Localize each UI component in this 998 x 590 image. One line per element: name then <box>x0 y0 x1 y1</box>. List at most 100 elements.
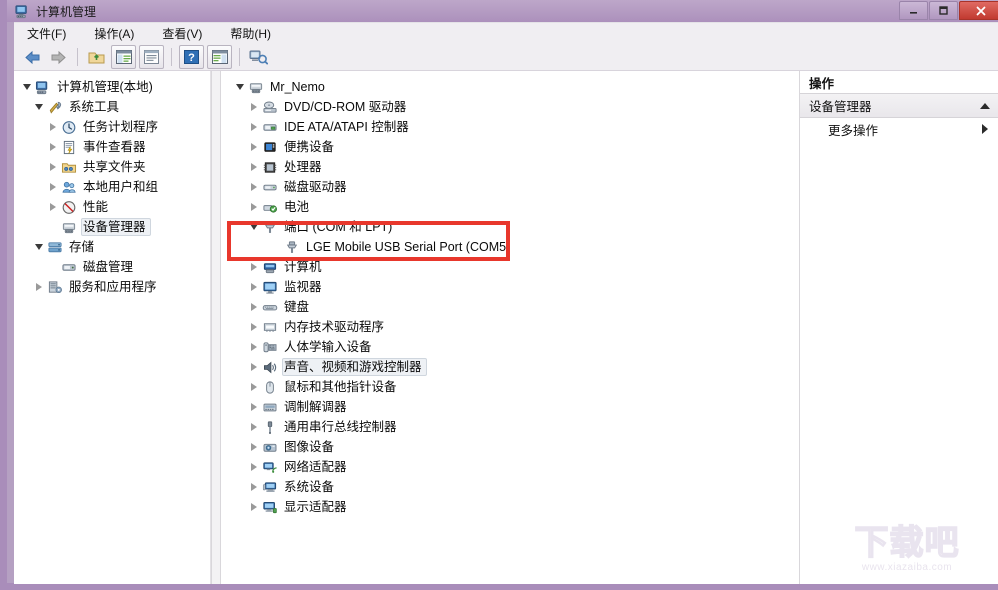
expander-closed-icon[interactable] <box>46 157 60 177</box>
device-node-ide-ata-atapi-controllers[interactable]: IDE ATA/ATAPI 控制器 <box>221 117 799 137</box>
device-node-display-adapters[interactable]: 显示适配器 <box>221 497 799 517</box>
device-manager-icon <box>60 219 78 235</box>
disk-management-icon <box>60 259 78 275</box>
menu-view[interactable]: 查看(V) <box>159 24 205 43</box>
scan-hardware-changes-button[interactable] <box>247 46 270 68</box>
device-node-portable-devices[interactable]: 便携设备 <box>221 137 799 157</box>
close-button[interactable] <box>959 1 998 20</box>
show-hide-action-pane-button[interactable] <box>207 45 232 69</box>
menu-help[interactable]: 帮助(H) <box>227 24 274 43</box>
expander-closed-icon[interactable] <box>247 357 261 377</box>
tree-item-computer-management-local[interactable]: 计算机管理(本地) <box>14 77 210 97</box>
minimize-button[interactable] <box>899 1 928 20</box>
device-node-system-devices[interactable]: 系统设备 <box>221 477 799 497</box>
tree-item-performance[interactable]: 性能 <box>14 197 210 217</box>
expander-open-icon[interactable] <box>32 237 46 257</box>
expander-closed-icon[interactable] <box>247 317 261 337</box>
expander-open-icon[interactable] <box>32 97 46 117</box>
tree-item-system-tools[interactable]: 系统工具 <box>14 97 210 117</box>
console-tree-pane[interactable]: 计算机管理(本地) 系统工具 任务计划程序 事件查看器 共享文件夹 本地用户和组… <box>14 71 211 584</box>
tree-item-label: 服务和应用程序 <box>69 280 157 294</box>
device-node-ports-com-and-lpt[interactable]: 端口 (COM 和 LPT) <box>221 217 799 237</box>
tree-item-shared-folders[interactable]: 共享文件夹 <box>14 157 210 177</box>
services-icon <box>46 279 64 295</box>
expander-closed-icon[interactable] <box>247 157 261 177</box>
mouse-icon <box>261 379 279 395</box>
device-manager-tree-pane[interactable]: Mr_Nemo DVD/CD-ROM 驱动器 IDE ATA/ATAPI 控制器… <box>221 71 800 584</box>
expander-closed-icon[interactable] <box>247 197 261 217</box>
expander-closed-icon[interactable] <box>247 177 261 197</box>
expander-closed-icon[interactable] <box>46 197 60 217</box>
tree-item-device-manager[interactable]: 设备管理器 <box>14 217 210 237</box>
menu-file[interactable]: 文件(F) <box>24 24 69 43</box>
actions-pane-title: 操作 <box>800 71 998 94</box>
show-hide-console-tree-button[interactable] <box>111 45 136 69</box>
device-node-modems[interactable]: 调制解调器 <box>221 397 799 417</box>
expander-closed-icon[interactable] <box>32 277 46 297</box>
expander-closed-icon[interactable] <box>247 377 261 397</box>
expander-closed-icon[interactable] <box>247 297 261 317</box>
maximize-restore-button[interactable] <box>929 1 958 20</box>
device-node-monitors[interactable]: 监视器 <box>221 277 799 297</box>
expander-closed-icon[interactable] <box>247 277 261 297</box>
back-button[interactable] <box>21 46 44 68</box>
tree-item-task-scheduler[interactable]: 任务计划程序 <box>14 117 210 137</box>
device-node-root[interactable]: Mr_Nemo <box>221 77 799 97</box>
device-node-computer[interactable]: 计算机 <box>221 257 799 277</box>
tree-item-event-viewer[interactable]: 事件查看器 <box>14 137 210 157</box>
expander-open-icon[interactable] <box>247 217 261 237</box>
actions-group-device-manager[interactable]: 设备管理器 <box>800 94 998 118</box>
monitor-icon <box>261 279 279 295</box>
device-node-memory-technology-driver[interactable]: 内存技术驱动程序 <box>221 317 799 337</box>
device-node-keyboards[interactable]: 键盘 <box>221 297 799 317</box>
expander-closed-icon[interactable] <box>247 257 261 277</box>
device-node-universal-serial-bus-controllers[interactable]: 通用串行总线控制器 <box>221 417 799 437</box>
expander-closed-icon[interactable] <box>247 437 261 457</box>
expander-closed-icon[interactable] <box>247 137 261 157</box>
svg-text:?: ? <box>188 52 195 64</box>
caret-up-icon[interactable] <box>980 102 990 109</box>
properties-button[interactable] <box>139 45 164 69</box>
expander-closed-icon[interactable] <box>247 417 261 437</box>
help-button[interactable]: ? <box>179 45 204 69</box>
device-node-human-interface-devices[interactable]: 人体学输入设备 <box>221 337 799 357</box>
pane-splitter[interactable] <box>211 71 221 584</box>
device-node-network-adapters[interactable]: 网络适配器 <box>221 457 799 477</box>
device-node-batteries[interactable]: 电池 <box>221 197 799 217</box>
caret-right-icon[interactable] <box>982 124 988 134</box>
expander-closed-icon[interactable] <box>46 137 60 157</box>
device-node-mice-and-other-pointing-devices[interactable]: 鼠标和其他指针设备 <box>221 377 799 397</box>
expander-open-icon[interactable] <box>233 77 247 97</box>
expander-closed-icon[interactable] <box>247 337 261 357</box>
device-node-lge-mobile-usb-serial-port-com5[interactable]: LGE Mobile USB Serial Port (COM5) <box>221 237 799 257</box>
device-node-label: 显示适配器 <box>284 500 347 514</box>
menu-action[interactable]: 操作(A) <box>91 24 137 43</box>
network-adapter-icon <box>261 459 279 475</box>
tree-item-storage[interactable]: 存储 <box>14 237 210 257</box>
actions-item-more-actions[interactable]: 更多操作 <box>800 118 998 140</box>
expander-closed-icon[interactable] <box>247 477 261 497</box>
expander-closed-icon[interactable] <box>247 397 261 417</box>
expander-closed-icon[interactable] <box>247 117 261 137</box>
expander-closed-icon[interactable] <box>46 117 60 137</box>
device-node-processors[interactable]: 处理器 <box>221 157 799 177</box>
tree-item-local-users-and-groups[interactable]: 本地用户和组 <box>14 177 210 197</box>
device-node-imaging-devices[interactable]: 图像设备 <box>221 437 799 457</box>
expander-closed-icon[interactable] <box>247 457 261 477</box>
expander-closed-icon[interactable] <box>46 177 60 197</box>
expander-open-icon[interactable] <box>20 77 34 97</box>
battery-icon <box>261 199 279 215</box>
tree-item-services-and-applications[interactable]: 服务和应用程序 <box>14 277 210 297</box>
up-one-level-button[interactable] <box>85 46 108 68</box>
expander-closed-icon[interactable] <box>247 97 261 117</box>
device-node-dvd-cdrom-drives[interactable]: DVD/CD-ROM 驱动器 <box>221 97 799 117</box>
folder-up-icon <box>88 52 105 63</box>
forward-button[interactable] <box>47 46 70 68</box>
expander-closed-icon[interactable] <box>247 497 261 517</box>
tree-item-disk-management[interactable]: 磁盘管理 <box>14 257 210 277</box>
device-node-sound-video-and-game-controllers[interactable]: 声音、视频和游戏控制器 <box>221 357 799 377</box>
speaker-icon <box>261 359 279 375</box>
action-pane-icon <box>211 50 228 64</box>
tools-icon <box>46 99 64 115</box>
device-node-disk-drives[interactable]: 磁盘驱动器 <box>221 177 799 197</box>
